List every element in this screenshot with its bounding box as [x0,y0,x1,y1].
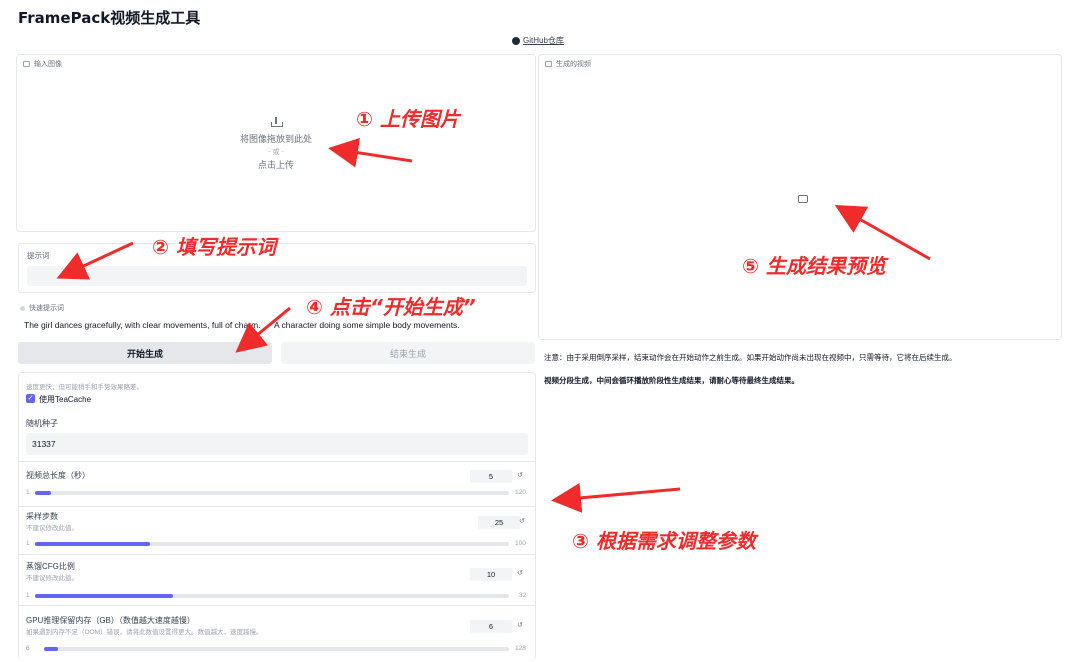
annotation-params: ③ 根据需求调整参数 [572,529,756,553]
arrow-params [551,482,681,513]
annotation-arrows [56,137,931,513]
arrow-upload [328,137,413,168]
annotation-prompt: ② 填写提示词 [152,235,276,259]
arrow-prompt [56,241,134,280]
arrow-start [235,306,291,353]
annotation-upload: ① 上传图片 [356,107,460,131]
annotation-preview: ⑤ 生成结果预览 [742,254,886,278]
annotation-start: ④ 点击“开始生成” [306,295,476,319]
